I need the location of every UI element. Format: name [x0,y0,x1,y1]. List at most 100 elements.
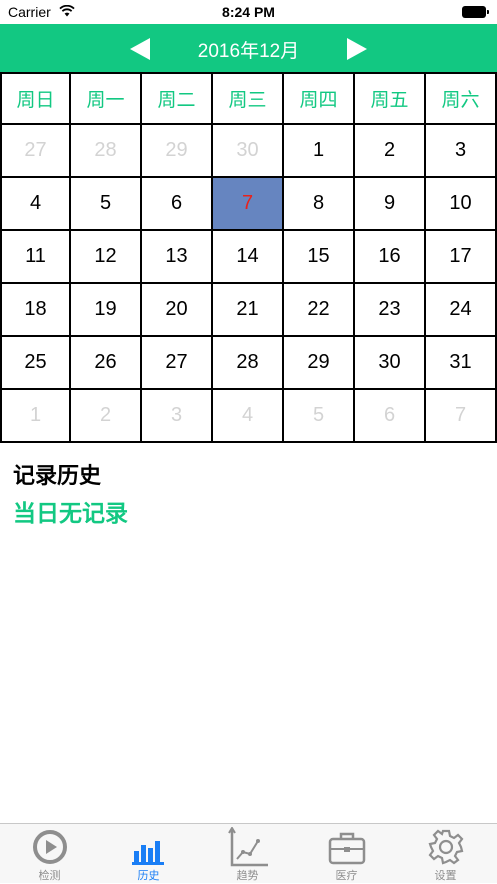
day-cell[interactable]: 27 [0,125,71,178]
cell-text: 20 [165,298,188,320]
day-cell[interactable]: 30 [355,337,426,390]
cell-text: 2 [99,404,112,426]
cell-text: 13 [165,245,188,267]
day-cell[interactable]: 23 [355,284,426,337]
day-cell[interactable]: 24 [426,284,497,337]
tab-settings[interactable]: 设置 [396,824,495,884]
cell-text: 4 [241,404,254,426]
cell-text: 周五 [370,90,409,111]
day-cell[interactable]: 20 [142,284,213,337]
month-title: 2016年12月 [197,41,300,62]
cell-text: 11 [25,245,46,267]
no-record-text: 当日无记录 [13,500,128,526]
day-cell[interactable]: 29 [142,125,213,178]
tab-label: 趋势 [236,870,259,882]
day-cell[interactable]: 19 [71,284,142,337]
weekday-header: 周日 [0,72,71,125]
trend-chart-icon [228,827,268,867]
tab-label: 设置 [434,870,457,882]
cell-text: 周四 [299,90,338,111]
day-cell[interactable]: 8 [284,178,355,231]
right-triangle-icon[interactable] [345,37,369,61]
cell-text: 8 [312,192,325,214]
day-cell[interactable]: 11 [0,231,71,284]
gear-icon [428,829,464,865]
selected-day-cell[interactable]: 7 [213,178,284,231]
day-cell[interactable]: 4 [0,178,71,231]
cell-text: 2 [383,139,396,161]
cell-text: 27 [165,351,188,373]
cell-text: 25 [24,351,47,373]
play-circle-icon [33,830,67,864]
day-cell[interactable]: 26 [71,337,142,390]
day-cell[interactable]: 1 [0,390,71,443]
day-cell[interactable]: 6 [142,178,213,231]
record-history-title: 记录历史 [13,463,102,488]
cell-text: 28 [236,351,259,373]
cell-text: 周二 [157,90,196,111]
cell-text: 23 [378,298,401,320]
day-cell[interactable]: 5 [284,390,355,443]
day-cell[interactable]: 6 [355,390,426,443]
tab-label: 医疗 [335,870,358,882]
day-cell[interactable]: 14 [213,231,284,284]
day-cell[interactable]: 31 [426,337,497,390]
tab-trend[interactable]: 趋势 [198,824,297,884]
tab-medical[interactable]: 医疗 [297,824,396,884]
cell-text: 6 [170,192,183,214]
cell-text: 10 [449,192,472,214]
day-cell[interactable]: 28 [71,125,142,178]
day-cell[interactable]: 21 [213,284,284,337]
day-cell[interactable]: 3 [142,390,213,443]
tab-detect[interactable]: 检测 [0,824,99,884]
tab-label: 历史 [137,870,160,882]
cell-text: 29 [307,351,330,373]
cell-text: 28 [94,139,117,161]
day-cell[interactable]: 9 [355,178,426,231]
cell-text: 4 [29,192,42,214]
status-bar: Carrier 8:24 PM [0,0,497,24]
cell-text: 1 [312,139,325,161]
status-time: 8:24 PM [222,4,275,20]
weekday-header: 周三 [213,72,284,125]
day-cell[interactable]: 7 [426,390,497,443]
cell-text: 周一 [86,90,125,111]
cell-text: 6 [383,404,396,426]
cell-text: 3 [454,139,467,161]
day-cell[interactable]: 28 [213,337,284,390]
day-cell[interactable]: 1 [284,125,355,178]
day-cell[interactable]: 29 [284,337,355,390]
day-cell[interactable]: 2 [355,125,426,178]
weekday-header: 周一 [71,72,142,125]
tab-bar: 检测 历史 趋势 医疗 设置 [0,823,497,883]
day-cell[interactable]: 17 [426,231,497,284]
cell-text: 31 [449,351,472,373]
day-cell[interactable]: 2 [71,390,142,443]
day-cell[interactable]: 27 [142,337,213,390]
tab-label: 检测 [38,870,61,882]
cell-text: 24 [449,298,472,320]
day-cell[interactable]: 22 [284,284,355,337]
day-cell[interactable]: 4 [213,390,284,443]
day-cell[interactable]: 10 [426,178,497,231]
day-cell[interactable]: 16 [355,231,426,284]
cell-text: 21 [236,298,259,320]
calendar-grid: 周日 周一 周二 周三 周四 周五 周六 27 28 29 30 1 2 3 4 5 6 7 8 9 10 11 12 13 1… [0,72,497,443]
day-cell[interactable]: 13 [142,231,213,284]
day-cell[interactable]: 25 [0,337,71,390]
cell-text: 26 [94,351,117,373]
cell-text: 18 [24,298,47,320]
cell-text: 27 [24,139,47,161]
day-cell[interactable]: 15 [284,231,355,284]
cell-text: 5 [312,404,325,426]
cell-text: 7 [241,192,254,214]
tab-history[interactable]: 历史 [99,824,198,884]
battery-icon [462,6,490,18]
day-cell[interactable]: 3 [426,125,497,178]
weekday-header: 周四 [284,72,355,125]
day-cell[interactable]: 12 [71,231,142,284]
day-cell[interactable]: 18 [0,284,71,337]
day-cell[interactable]: 30 [213,125,284,178]
cell-text: 周三 [228,90,267,111]
day-cell[interactable]: 5 [71,178,142,231]
